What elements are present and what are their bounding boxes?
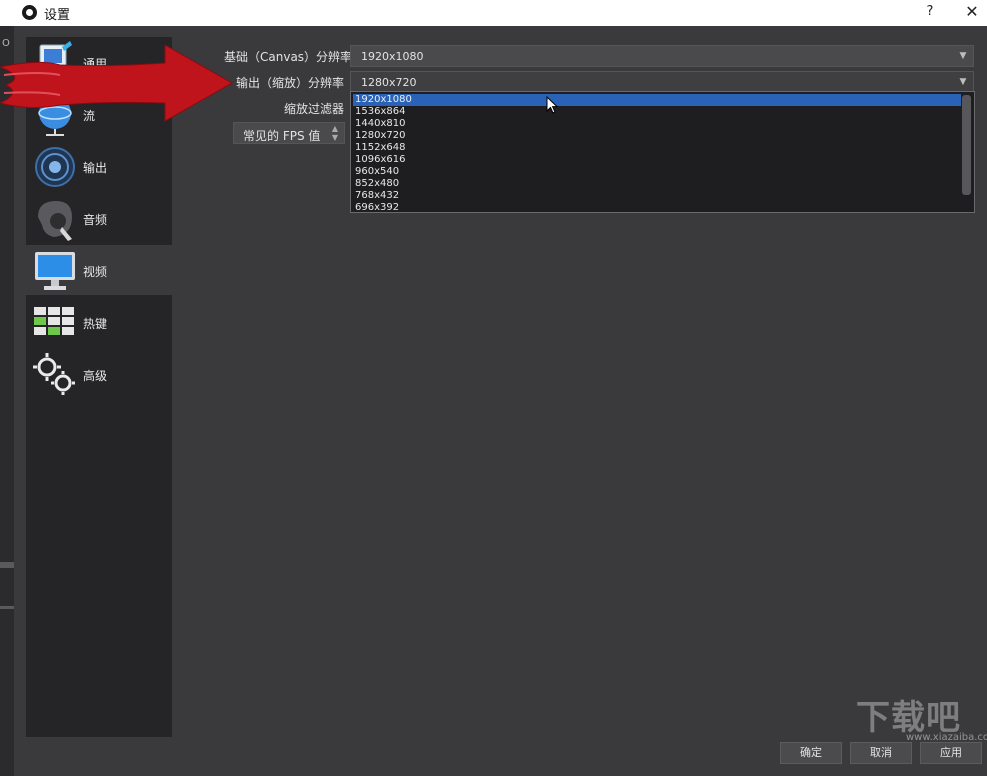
audio-icon <box>38 201 72 241</box>
sidebar-item-label: 输出 <box>83 161 108 175</box>
help-button[interactable]: ? <box>920 2 940 22</box>
dropdown-option[interactable]: 1280x720 <box>353 130 961 142</box>
close-button[interactable]: ✕ <box>962 2 982 22</box>
fps-type-value: 常见的 FPS 值 <box>243 129 321 143</box>
chevron-down-icon: ▼ <box>959 51 967 61</box>
mouse-cursor-icon <box>546 96 559 114</box>
dropdown-option[interactable]: 1536x864 <box>353 106 961 118</box>
video-icon <box>35 252 75 290</box>
background-bar <box>0 562 14 568</box>
output-icon <box>35 147 75 187</box>
hotkeys-icon <box>34 307 74 335</box>
resolution-dropdown-list[interactable]: 1920x1080 1536x864 1440x810 1280x720 115… <box>350 91 975 213</box>
background-bar <box>0 606 14 609</box>
dropdown-option[interactable]: 696x392 <box>353 202 961 212</box>
base-resolution-value: 1920x1080 <box>361 50 424 63</box>
output-resolution-combobox[interactable]: 1280x720 ▼ <box>350 71 974 93</box>
dropdown-option[interactable]: 1920x1080 <box>353 94 961 106</box>
dropdown-option[interactable]: 960x540 <box>353 166 961 178</box>
spin-arrows-icon: ▲ ▼ <box>331 124 339 142</box>
watermark-url: www.xiazaiba.com <box>906 732 987 743</box>
sidebar-item-audio[interactable]: 音频 <box>26 193 172 243</box>
annotation-arrow-icon <box>0 45 234 122</box>
advanced-icon <box>33 353 75 395</box>
screen: OB O 设置 ? ✕ 通用 <box>0 0 987 776</box>
dropdown-option[interactable]: 1152x648 <box>353 142 961 154</box>
chevron-down-icon: ▼ <box>959 77 967 87</box>
watermark: 下载吧 www.xiazaiba.com <box>850 690 987 750</box>
base-resolution-label: 基础（Canvas）分辨率 <box>224 50 353 64</box>
ok-button[interactable]: 确定 <box>780 742 842 764</box>
background-app-strip: OB O <box>0 12 16 776</box>
output-resolution-value: 1280x720 <box>361 76 417 89</box>
sidebar-item-video[interactable]: 视频 <box>26 245 172 295</box>
fps-type-combobox[interactable]: 常见的 FPS 值 ▲ ▼ <box>233 122 345 144</box>
dropdown-option[interactable]: 768x432 <box>353 190 961 202</box>
settings-sidebar: 通用 流 输出 音频 视频 热键 高级 <box>26 37 172 737</box>
window-title: 设置 <box>44 8 71 23</box>
dropdown-option[interactable]: 1096x616 <box>353 154 961 166</box>
sidebar-item-label: 热键 <box>83 317 108 331</box>
sidebar-item-label: 高级 <box>83 369 108 383</box>
sidebar-item-advanced[interactable]: 高级 <box>26 349 172 399</box>
settings-window: 通用 流 输出 音频 视频 热键 高级 基础（Canvas）分辨率 输出（缩放）… <box>14 26 987 776</box>
obs-logo-icon <box>22 5 37 20</box>
title-bar: 设置 ? ✕ <box>0 0 987 26</box>
base-resolution-combobox[interactable]: 1920x1080 ▼ <box>350 45 974 67</box>
sidebar-item-label: 视频 <box>83 265 108 279</box>
dropdown-option[interactable]: 852x480 <box>353 178 961 190</box>
dropdown-option[interactable]: 1440x810 <box>353 118 961 130</box>
scale-filter-label: 缩放过滤器 <box>284 102 345 116</box>
sidebar-item-output[interactable]: 输出 <box>26 141 172 191</box>
dropdown-scrollbar[interactable] <box>962 95 971 195</box>
sidebar-item-hotkeys[interactable]: 热键 <box>26 297 172 347</box>
sidebar-item-label: 音频 <box>83 213 108 227</box>
output-resolution-label: 输出（缩放）分辨率 <box>236 76 345 90</box>
